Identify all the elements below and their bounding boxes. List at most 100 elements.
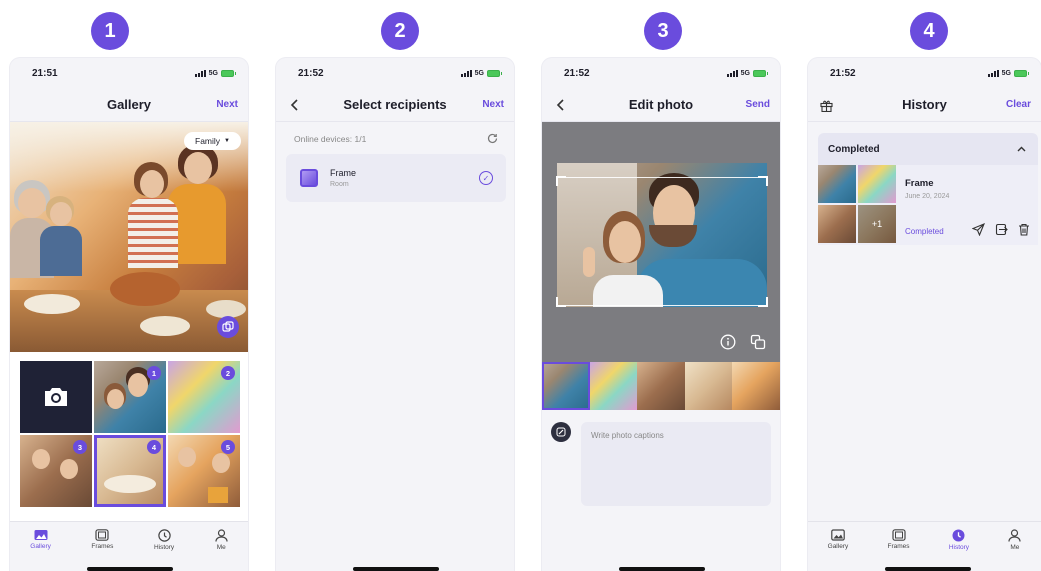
layers-icon[interactable] xyxy=(750,334,766,350)
thumbnail-strip xyxy=(542,362,780,410)
phone-history: 21:52 5G History Clear Completed +1 Fram… xyxy=(808,58,1041,571)
export-icon[interactable] xyxy=(995,223,1008,236)
back-button[interactable] xyxy=(552,97,568,113)
frame-icon xyxy=(95,529,110,541)
history-thumb-3 xyxy=(818,205,856,243)
history-date: June 20, 2024 xyxy=(905,193,950,200)
section-title: Completed xyxy=(828,143,880,155)
pencil-icon xyxy=(556,427,566,437)
back-button[interactable] xyxy=(286,97,302,113)
battery-icon xyxy=(1014,69,1029,77)
chevron-up-icon xyxy=(1017,146,1026,152)
battery-icon xyxy=(487,69,502,77)
status-bar: 21:52 5G xyxy=(276,58,514,88)
refresh-icon[interactable] xyxy=(487,133,498,144)
completed-section-header[interactable]: Completed xyxy=(818,133,1038,165)
nav-bar: Edit photo Send xyxy=(542,88,780,122)
step-badge-4: 4 xyxy=(910,12,948,50)
tab-gallery[interactable]: Gallery xyxy=(30,529,51,550)
home-indicator xyxy=(619,567,705,571)
tab-me[interactable]: Me xyxy=(1008,528,1021,551)
check-icon[interactable]: ✓ xyxy=(479,171,493,185)
page-title: Edit photo xyxy=(628,97,694,112)
phone-gallery: 21:51 5G Gallery Next Family ▼ 1 2 3 4 5… xyxy=(10,58,248,571)
send-button[interactable]: Send xyxy=(746,99,770,110)
crop-handle[interactable] xyxy=(556,297,566,307)
history-actions xyxy=(972,223,1030,236)
thumbnail-4[interactable] xyxy=(684,362,733,410)
caption-input[interactable]: Write photo captions xyxy=(581,422,771,506)
thumbnail-1[interactable] xyxy=(542,362,590,410)
status-time: 21:52 xyxy=(830,67,856,79)
frame-device-icon xyxy=(300,169,318,187)
camera-icon xyxy=(45,388,67,406)
trash-icon[interactable] xyxy=(1018,223,1030,236)
step-badge-2: 2 xyxy=(381,12,419,50)
battery-icon xyxy=(753,69,768,77)
status-time: 21:52 xyxy=(298,67,324,79)
clock-icon xyxy=(952,529,965,541)
next-button[interactable]: Next xyxy=(482,99,504,110)
tab-label: Me xyxy=(216,543,226,551)
status-time: 21:51 xyxy=(32,67,58,79)
crop-handle[interactable] xyxy=(758,176,768,186)
info-icon[interactable] xyxy=(720,334,736,350)
album-filter-label: Family xyxy=(195,136,221,146)
tab-me[interactable]: Me xyxy=(215,528,228,551)
nav-bar: Gallery Next xyxy=(10,88,248,122)
online-devices-row: Online devices: 1/1 xyxy=(294,133,504,144)
selection-badge-2: 2 xyxy=(221,366,235,380)
status-time: 21:52 xyxy=(564,67,590,79)
selection-badge-3: 3 xyxy=(73,440,87,454)
network-label: 5G xyxy=(208,69,218,77)
network-label: 5G xyxy=(740,69,750,77)
clock-icon xyxy=(157,528,171,542)
network-label: 5G xyxy=(474,69,484,77)
device-name: Frame xyxy=(330,168,357,178)
tab-history[interactable]: History xyxy=(949,529,969,551)
next-button[interactable]: Next xyxy=(216,99,238,110)
more-photos-count: +1 xyxy=(858,205,896,243)
tab-frames[interactable]: Frames xyxy=(91,529,113,550)
tab-bar: Gallery Frames History Me xyxy=(10,521,248,557)
step-badge-3: 3 xyxy=(644,12,682,50)
camera-button[interactable] xyxy=(20,361,92,433)
tab-history[interactable]: History xyxy=(153,528,175,551)
back-icon xyxy=(290,99,298,111)
edit-caption-icon[interactable] xyxy=(551,422,571,442)
thumbnail-3[interactable] xyxy=(637,362,685,410)
signal-icon xyxy=(987,69,999,77)
gallery-icon xyxy=(831,529,845,541)
phone-select-recipients: 21:52 5G Select recipients Next Online d… xyxy=(276,58,514,571)
tab-gallery[interactable]: Gallery xyxy=(828,529,848,550)
multi-select-button[interactable] xyxy=(217,316,239,338)
selection-badge-5: 5 xyxy=(221,440,235,454)
crop-handle[interactable] xyxy=(758,297,768,307)
home-indicator xyxy=(885,567,971,571)
history-thumb-1 xyxy=(818,165,856,203)
home-indicator xyxy=(353,567,439,571)
crop-handle[interactable] xyxy=(556,176,566,186)
signal-icon xyxy=(194,69,206,77)
status-icons: 5G xyxy=(194,69,236,77)
crop-area[interactable] xyxy=(557,163,767,307)
send-icon[interactable] xyxy=(972,223,985,236)
thumbnail-5[interactable] xyxy=(732,362,780,410)
copy-icon xyxy=(222,321,234,332)
tab-frames[interactable]: Frames xyxy=(888,529,910,550)
signal-icon xyxy=(726,69,738,77)
gift-button[interactable] xyxy=(818,97,834,113)
history-item[interactable]: +1 Frame June 20, 2024 Completed xyxy=(818,165,1038,245)
history-thumb-2 xyxy=(858,165,896,203)
album-filter-dropdown[interactable]: Family ▼ xyxy=(184,132,241,150)
device-card-frame[interactable]: Frame Room ✓ xyxy=(286,154,506,202)
status-bar: 21:52 5G xyxy=(542,58,780,88)
thumbnail-2[interactable] xyxy=(589,362,638,410)
tab-label: History xyxy=(153,543,175,551)
frame-icon xyxy=(891,529,906,541)
selected-photo-preview[interactable] xyxy=(10,122,248,352)
step-badge-1: 1 xyxy=(91,12,129,50)
clear-button[interactable]: Clear xyxy=(1006,99,1031,110)
nav-bar: Select recipients Next xyxy=(276,88,514,122)
history-status: Completed xyxy=(905,227,944,236)
